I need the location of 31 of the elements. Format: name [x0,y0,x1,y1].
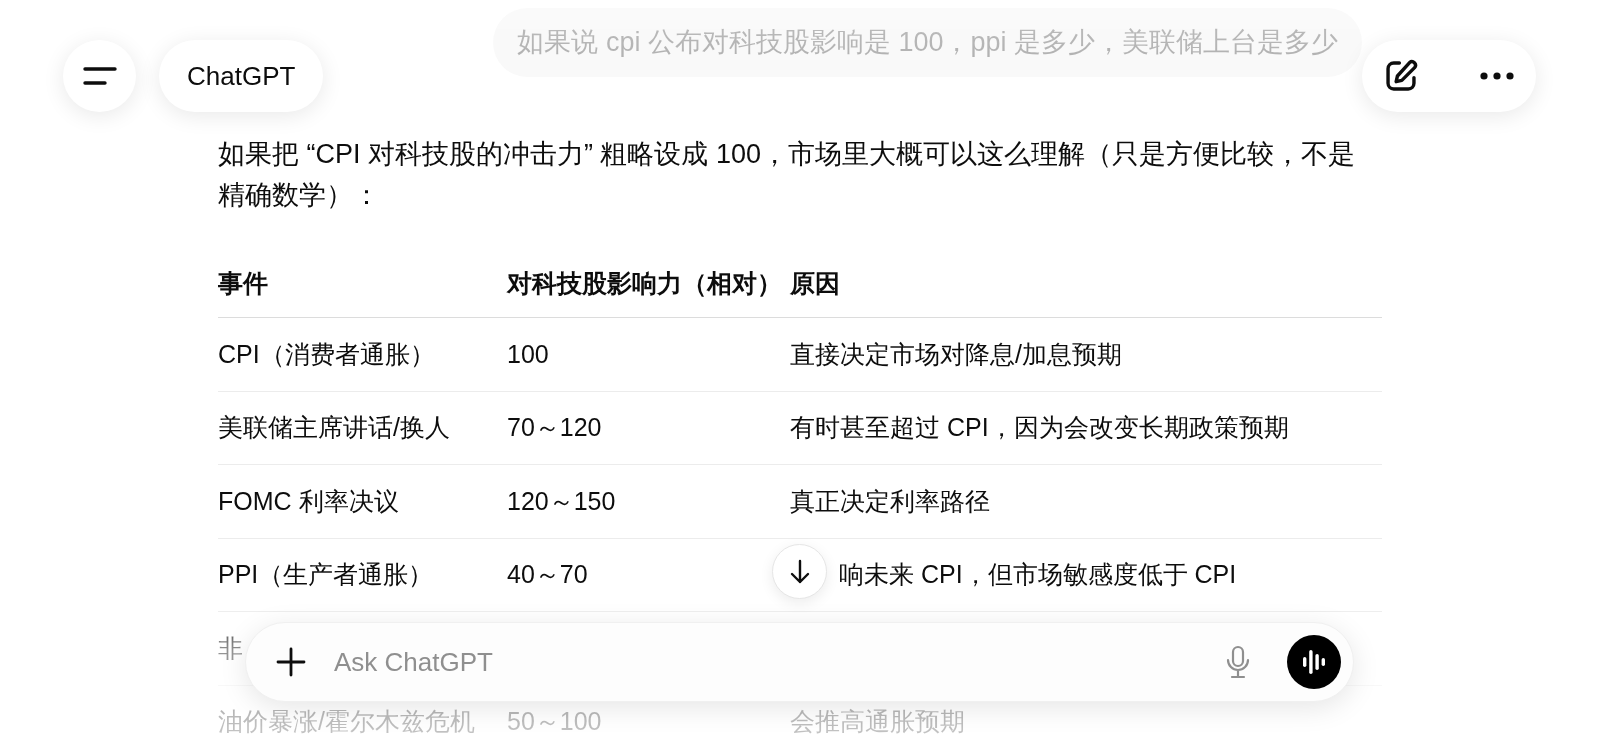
more-icon[interactable] [1480,72,1514,80]
column-header: 对科技股影响力（相对） [507,267,783,298]
column-header: 原因 [790,267,841,298]
column-header: 事件 [218,267,269,298]
table-cell: 120～150 [507,487,616,515]
menu-icon [82,66,117,86]
table-cell: 非 [218,634,243,662]
edit-icon[interactable] [1384,59,1418,93]
composer-bar[interactable]: Ask ChatGPT [245,622,1354,702]
table-cell: CPI（消费者通胀） [218,340,435,368]
title-button[interactable]: ChatGPT [159,40,324,112]
waveform-icon [1302,649,1326,675]
table-cell: 真正决定利率路径 [790,487,990,515]
microphone-icon[interactable] [1225,645,1251,679]
table-cell: 100 [507,340,549,368]
table-cell: 40～70 [507,561,588,589]
table-cell: 美联储主席讲话/换人 [218,414,450,442]
table-cell: FOMC 利率决议 [218,487,399,515]
table-cell: 直接决定市场对降息/加息预期 [790,340,1122,368]
table-cell: PPI（生产者通胀） [218,561,434,589]
voice-mode-button[interactable] [1287,635,1341,689]
table-cell: 响未来 CPI，但市场敏感度低于 CPI [839,561,1237,589]
plus-icon[interactable] [276,647,306,677]
message-input[interactable]: Ask ChatGPT [334,642,1225,682]
table-cell: 70～120 [507,414,602,442]
table-cell: 会推高通胀预期 [790,708,965,736]
table-cell: 油价暴涨/霍尔木兹危机 [218,708,475,736]
table-cell: 50～100 [507,708,602,736]
table-cell: 有时甚至超过 CPI，因为会改变长期政策预期 [790,414,1289,442]
user-message-bubble: 如果说 cpi 公布对科技股影响是 100，ppi 是多少，美联储上台是多少 [493,8,1362,77]
answer-paragraph: 如果把 “CPI 对科技股的冲击力” 粗略设成 100，市场里大概可以这么理解（只是方便比较，不是精确数学）： [218,138,1357,212]
